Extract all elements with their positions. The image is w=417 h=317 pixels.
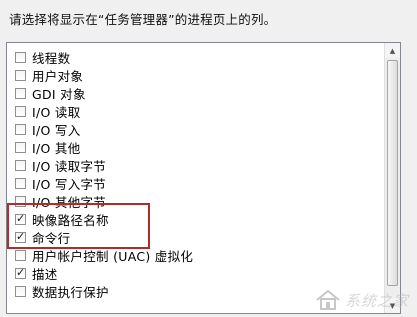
list-item-label: I/O 读取	[32, 104, 81, 120]
list-item-label: I/O 写入字节	[32, 176, 107, 192]
checkbox[interactable]	[15, 177, 26, 189]
list-item-label: 线程数	[32, 50, 71, 66]
watermark-text: 系统之家	[344, 291, 409, 310]
list-item[interactable]: I/O 其他	[15, 138, 375, 156]
house-logo-icon	[316, 289, 340, 310]
list-item[interactable]: I/O 写入字节	[15, 174, 375, 192]
list-item[interactable]: I/O 写入	[15, 120, 375, 138]
list-item-label: I/O 其他	[32, 140, 81, 156]
list-item[interactable]: GDI 对象	[15, 84, 375, 102]
list-item-label: 描述	[32, 266, 58, 282]
list-item[interactable]: 线程数	[15, 48, 375, 66]
checkbox[interactable]	[15, 285, 26, 297]
checkbox[interactable]	[15, 69, 26, 81]
list-item[interactable]: 描述	[15, 264, 375, 282]
vertical-scrollbar[interactable]: ▲ ▼	[384, 43, 400, 313]
column-list[interactable]: 线程数 用户对象 GDI 对象 I/O 读取 I/O 写入 I/O 其他 I/O…	[6, 42, 401, 314]
list-item[interactable]: 用户对象	[15, 66, 375, 84]
checkbox[interactable]	[15, 87, 26, 99]
list-item-label: I/O 读取字节	[32, 158, 107, 174]
list-item[interactable]: I/O 读取字节	[15, 156, 375, 174]
scroll-thumb[interactable]	[387, 60, 398, 286]
list-item-label: 数据执行保护	[32, 284, 109, 300]
list-item[interactable]: I/O 读取	[15, 102, 375, 120]
watermark: 系统之家	[315, 289, 409, 311]
checkbox[interactable]	[15, 105, 26, 117]
checkbox[interactable]	[15, 266, 26, 279]
highlight-annotation	[7, 203, 150, 249]
checkbox[interactable]	[15, 123, 26, 135]
scroll-up-arrow-icon[interactable]: ▲	[385, 43, 400, 58]
list-item-label: GDI 对象	[32, 86, 86, 102]
list-item-label: 用户对象	[32, 68, 84, 84]
checkbox[interactable]	[15, 141, 26, 153]
checkbox[interactable]	[15, 249, 26, 261]
checkbox[interactable]	[15, 159, 26, 171]
list-item-label: I/O 写入	[32, 122, 81, 138]
checkbox[interactable]	[15, 51, 26, 63]
instruction-text: 请选择将显示在“任务管理器”的进程页上的列。	[9, 12, 277, 27]
